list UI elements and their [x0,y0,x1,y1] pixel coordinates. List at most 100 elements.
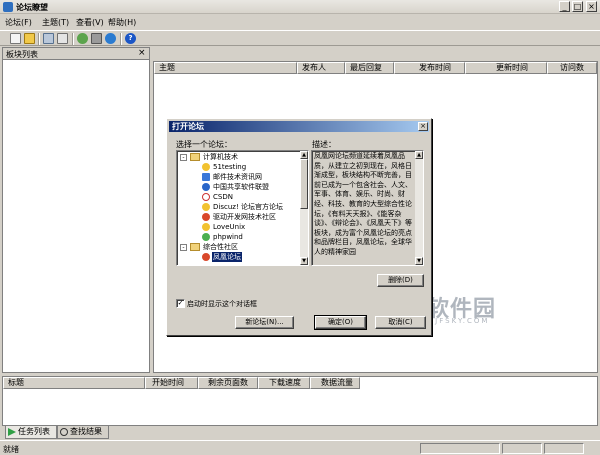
tree-group-label: 计算机技术 [203,153,238,161]
settings-icon[interactable] [91,33,102,44]
ok-button[interactable]: 确定(O) [314,315,367,330]
tree-item-label: Discuz! 论坛官方论坛 [213,203,283,211]
tree-item-selected[interactable]: 凤凰论坛 [177,252,301,262]
tree-item[interactable]: 驱动开发网技术社区 [177,212,301,222]
forward-icon[interactable] [105,33,116,44]
bottom-tabs: 任务列表 查找结果 [2,426,598,439]
forum-icon [202,163,210,171]
title-bar: 论坛瞭望 _ □ × [0,0,600,14]
column-header-author[interactable]: 发布人 [297,62,345,74]
new-icon[interactable] [10,33,21,44]
menu-topic[interactable]: 主题(T) [42,17,69,28]
tree-group-label: 综合性社区 [203,243,238,251]
column-header-remaining-pages[interactable]: 剩余页面数 [198,377,258,389]
column-header-visits[interactable]: 访问数 [547,62,597,74]
collapse-icon[interactable]: - [180,154,187,161]
column-header-start-time[interactable]: 开始时间 [145,377,198,389]
scroll-thumb[interactable] [300,159,308,209]
column-header-traffic[interactable]: 数据流量 [310,377,360,389]
mail-icon [202,173,210,181]
open-forum-dialog: 打开论坛 × 选择一个论坛： 描述： - 计算机技术 51testing 邮件技… [166,118,432,336]
dialog-title: 打开论坛 [172,122,204,131]
board-list-header: 板块列表 × [3,48,149,60]
column-header-title[interactable]: 标题 [3,377,145,389]
tree-item[interactable]: LoveUnix [177,222,301,232]
status-panel [502,443,542,454]
status-panel [420,443,500,454]
minimize-button[interactable]: _ [559,1,570,12]
tree-group-community[interactable]: - 综合性社区 [177,242,301,252]
column-header-update-time[interactable]: 更新时间 [465,62,547,74]
forum-icon [202,223,210,231]
tab-task-list[interactable]: 任务列表 [5,426,57,439]
description-box[interactable]: 凤凰网论坛频道延续着凤凰品质，从建立之初到现在，风格日渐成型，板块结构不断完善，… [311,150,424,266]
tree-item[interactable]: Discuz! 论坛官方论坛 [177,202,301,212]
task-list[interactable]: 标题 开始时间 剩余页面数 下载速度 数据流量 [2,376,598,426]
forum-icon [202,213,210,221]
tree-group-computer[interactable]: - 计算机技术 [177,152,301,162]
column-header-topic[interactable]: 主题 [154,62,297,74]
scroll-up-icon[interactable]: ▲ [300,151,308,159]
close-button[interactable]: × [586,1,597,12]
status-text: 就绪 [3,445,19,454]
help-icon[interactable]: ? [125,33,136,44]
forum-icon [202,233,210,241]
phoenix-icon [202,253,210,261]
menu-forum[interactable]: 论坛(F) [5,17,32,28]
cancel-button[interactable]: 取消(C) [375,316,426,329]
tree-item-label: 邮件技术资讯网 [213,173,262,181]
tree-item[interactable]: 中国共享软件联盟 [177,182,301,192]
collapse-icon[interactable]: - [180,244,187,251]
export-icon[interactable] [57,33,68,44]
tree-item[interactable]: 51testing [177,162,301,172]
tree-item[interactable]: CSDN [177,192,301,202]
window-title: 论坛瞭望 [16,3,48,12]
tree-item-label: 驱动开发网技术社区 [213,213,276,221]
tree-item-label: CSDN [213,193,233,201]
tree-scrollbar[interactable]: ▲ ▼ [300,151,308,265]
back-icon[interactable] [77,33,88,44]
description-label: 描述： [312,140,336,149]
app-icon [3,2,13,12]
close-icon[interactable]: × [138,48,146,58]
column-header-speed[interactable]: 下载速度 [258,377,310,389]
tab-search-results[interactable]: 查找结果 [57,426,109,439]
delete-button[interactable]: 删除(D) [377,274,424,287]
dialog-close-icon[interactable]: × [418,122,428,131]
status-panel [544,443,584,454]
tree-item[interactable]: phpwind [177,232,301,242]
menu-bar: 论坛(F) 主题(T) 查看(V) 帮助(H) [0,15,600,29]
show-on-startup-checkbox[interactable]: ✓ [176,299,185,308]
board-list-panel[interactable]: 板块列表 × [2,47,150,373]
column-header-last-reply[interactable]: 最后回复 [345,62,394,74]
show-on-startup-label: 启动时显示这个对话框 [187,300,257,308]
toolbar-separator [38,33,40,45]
maximize-button[interactable]: □ [572,1,583,12]
tree-item[interactable]: 邮件技术资讯网 [177,172,301,182]
tab-label: 任务列表 [18,427,50,436]
scroll-down-icon[interactable]: ▼ [300,257,308,265]
folder-icon [190,153,200,161]
scroll-down-icon[interactable]: ▼ [415,257,423,265]
menu-view[interactable]: 查看(V) [76,17,104,28]
csdn-icon [202,193,210,201]
tree-item-label: 中国共享软件联盟 [213,183,269,191]
toolbar-separator [120,33,122,45]
toolbar: ? [0,30,600,46]
tab-label: 查找结果 [70,427,102,436]
forum-tree[interactable]: - 计算机技术 51testing 邮件技术资讯网 中国共享软件联盟 CSDN … [176,150,309,266]
connect-icon[interactable] [43,33,54,44]
folder-icon [190,243,200,251]
open-icon[interactable] [24,33,35,44]
dialog-title-bar: 打开论坛 × [169,121,429,132]
column-header-post-time[interactable]: 发布时间 [394,62,465,74]
description-scrollbar[interactable]: ▲ ▼ [415,151,423,265]
select-forum-label: 选择一个论坛： [176,140,232,149]
status-bar: 就绪 [0,440,600,455]
globe-icon [202,183,210,191]
play-icon [8,428,16,436]
menu-help[interactable]: 帮助(H) [108,17,136,28]
scroll-up-icon[interactable]: ▲ [415,151,423,159]
new-forum-button[interactable]: 新论坛(N)... [235,316,294,329]
search-icon [60,428,68,436]
